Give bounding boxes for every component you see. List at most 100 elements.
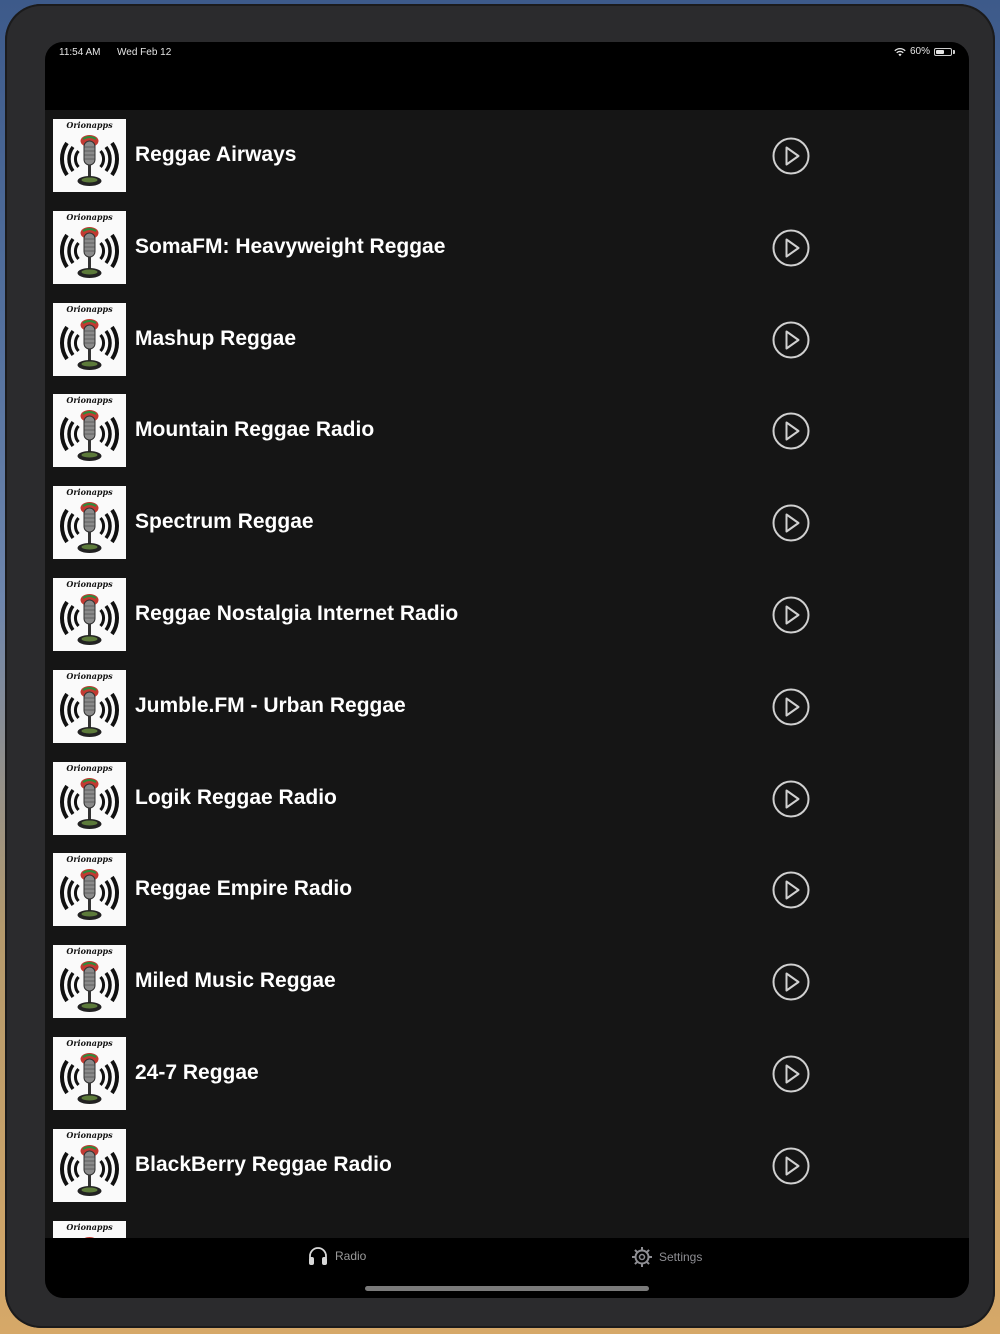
station-name: Reggae Airways bbox=[135, 143, 297, 166]
station-logo-icon: Orionapps bbox=[53, 302, 126, 376]
station-name: Mountain Reggae Radio bbox=[135, 418, 375, 442]
station-name: Reggae Nostalgia Internet Radio bbox=[135, 602, 459, 625]
svg-text:Orionapps: Orionapps bbox=[66, 1130, 113, 1140]
station-row[interactable]: Orionapps Reggae Airways bbox=[45, 110, 969, 202]
play-button[interactable] bbox=[771, 1146, 811, 1186]
station-thumbnail: Orionapps bbox=[53, 394, 126, 468]
svg-text:Orionapps: Orionapps bbox=[66, 763, 113, 773]
station-logo-icon: Orionapps bbox=[53, 761, 126, 835]
battery-nub bbox=[953, 49, 955, 54]
station-thumbnail: Orionapps bbox=[53, 1128, 126, 1202]
app-screen: 11:54 AM Wed Feb 12 60% Orionapps Reggae… bbox=[45, 42, 969, 1298]
tab-radio[interactable]: Radio bbox=[307, 1246, 366, 1266]
station-logo-icon: Orionapps bbox=[53, 669, 126, 743]
svg-text:Orionapps: Orionapps bbox=[66, 1038, 113, 1048]
station-logo-icon: Orionapps bbox=[53, 853, 126, 927]
station-list[interactable]: Orionapps Reggae Airways Orionapps SomaF… bbox=[45, 110, 969, 1238]
gear-icon bbox=[632, 1247, 652, 1267]
station-row[interactable]: Orionapps Logik Reggae Radio bbox=[45, 753, 969, 845]
battery-level bbox=[936, 49, 945, 54]
station-logo-icon: Orionapps bbox=[53, 945, 126, 1019]
svg-text:Orionapps: Orionapps bbox=[66, 304, 113, 314]
station-thumbnail: Orionapps bbox=[53, 210, 126, 284]
station-row[interactable]: Orionapps Reggae Empire Radio bbox=[45, 844, 969, 936]
play-circle-icon bbox=[772, 412, 810, 450]
play-circle-icon bbox=[772, 963, 810, 1001]
station-row[interactable]: Orionapps Mashup Reggae bbox=[45, 294, 969, 386]
station-row[interactable]: Orionapps Spectrum Reggae bbox=[45, 477, 969, 569]
play-circle-icon bbox=[772, 871, 810, 909]
status-bar: 11:54 AM Wed Feb 12 60% bbox=[45, 42, 969, 66]
play-circle-icon bbox=[772, 1147, 810, 1185]
play-circle-icon bbox=[772, 780, 810, 818]
station-thumbnail: Orionapps bbox=[53, 853, 126, 927]
svg-text:Orionapps: Orionapps bbox=[66, 1222, 113, 1232]
device-frame: 11:54 AM Wed Feb 12 60% Orionapps Reggae… bbox=[5, 4, 995, 1328]
svg-text:Orionapps: Orionapps bbox=[66, 395, 113, 405]
station-name: Miled Music Reggae bbox=[135, 969, 336, 993]
station-name: Logik Reggae Radio bbox=[135, 785, 337, 809]
station-thumbnail: Orionapps bbox=[53, 302, 126, 376]
play-button[interactable] bbox=[771, 411, 811, 451]
station-row[interactable]: Orionapps 24-7 Reggae bbox=[45, 1028, 969, 1120]
play-button[interactable] bbox=[771, 962, 811, 1002]
headphones-icon bbox=[309, 1247, 327, 1265]
station-name: Mashup Reggae bbox=[135, 326, 297, 350]
station-logo-icon: Orionapps bbox=[53, 1220, 126, 1238]
station-row[interactable]: Orionapps Mountain Reggae Radio bbox=[45, 385, 969, 477]
play-circle-icon bbox=[772, 688, 810, 726]
station-logo-icon: Orionapps bbox=[53, 119, 126, 192]
station-row[interactable]: Orionapps Jumble.FM - Urban Reggae bbox=[45, 661, 969, 753]
play-button[interactable] bbox=[771, 228, 811, 268]
play-button[interactable] bbox=[771, 1054, 811, 1094]
station-thumbnail: Orionapps bbox=[53, 761, 126, 835]
play-button[interactable] bbox=[771, 779, 811, 819]
station-row[interactable]: Orionapps Miled Music Reggae bbox=[45, 936, 969, 1028]
station-name: Spectrum Reggae bbox=[135, 510, 314, 534]
svg-text:Orionapps: Orionapps bbox=[66, 579, 113, 589]
station-thumbnail: Orionapps bbox=[53, 578, 126, 651]
play-circle-icon bbox=[772, 321, 810, 359]
tab-radio-label: Radio bbox=[335, 1249, 367, 1263]
svg-text:Orionapps: Orionapps bbox=[66, 671, 113, 681]
station-row[interactable]: Orionapps Reggae Nostalgia Internet Radi… bbox=[45, 569, 969, 661]
play-circle-icon bbox=[772, 1055, 810, 1093]
tab-settings[interactable]: Settings bbox=[631, 1246, 702, 1268]
station-logo-icon: Orionapps bbox=[53, 578, 126, 651]
station-logo-icon: Orionapps bbox=[53, 210, 126, 284]
play-button[interactable] bbox=[771, 503, 811, 543]
home-indicator[interactable] bbox=[365, 1286, 649, 1291]
station-row[interactable]: Orionapps BlackBerry Reggae Radio bbox=[45, 1120, 969, 1212]
battery-icon bbox=[934, 47, 952, 56]
play-circle-icon bbox=[772, 504, 810, 542]
station-row[interactable]: Orionapps SomaFM: Heavyweight Reggae bbox=[45, 202, 969, 294]
station-name: Jumble.FM - Urban Reggae bbox=[135, 693, 406, 717]
play-button[interactable] bbox=[771, 320, 811, 360]
status-time: 11:54 AM bbox=[59, 47, 101, 58]
wifi-icon bbox=[894, 47, 906, 56]
station-name: Reggae Empire Radio bbox=[135, 877, 353, 901]
svg-text:Orionapps: Orionapps bbox=[66, 854, 113, 864]
play-circle-icon bbox=[772, 229, 810, 267]
play-button[interactable] bbox=[771, 136, 811, 176]
play-circle-icon bbox=[772, 137, 810, 175]
station-thumbnail: Orionapps bbox=[53, 669, 126, 743]
tab-settings-label: Settings bbox=[659, 1250, 703, 1264]
station-logo-icon: Orionapps bbox=[53, 1128, 126, 1202]
station-thumbnail: Orionapps bbox=[53, 119, 126, 192]
svg-text:Orionapps: Orionapps bbox=[66, 120, 113, 130]
status-date: Wed Feb 12 bbox=[117, 47, 172, 58]
station-row[interactable]: Orionapps bbox=[45, 1212, 969, 1238]
play-button[interactable] bbox=[771, 870, 811, 910]
station-logo-icon: Orionapps bbox=[53, 394, 126, 468]
status-indicators: 60% bbox=[894, 46, 955, 57]
station-logo-icon: Orionapps bbox=[53, 486, 126, 560]
station-thumbnail: Orionapps bbox=[53, 1220, 126, 1238]
play-button[interactable] bbox=[771, 687, 811, 727]
play-circle-icon bbox=[772, 596, 810, 634]
station-name: SomaFM: Heavyweight Reggae bbox=[135, 234, 446, 258]
station-thumbnail: Orionapps bbox=[53, 486, 126, 560]
play-button[interactable] bbox=[771, 595, 811, 635]
station-thumbnail: Orionapps bbox=[53, 945, 126, 1019]
svg-text:Orionapps: Orionapps bbox=[66, 487, 113, 497]
